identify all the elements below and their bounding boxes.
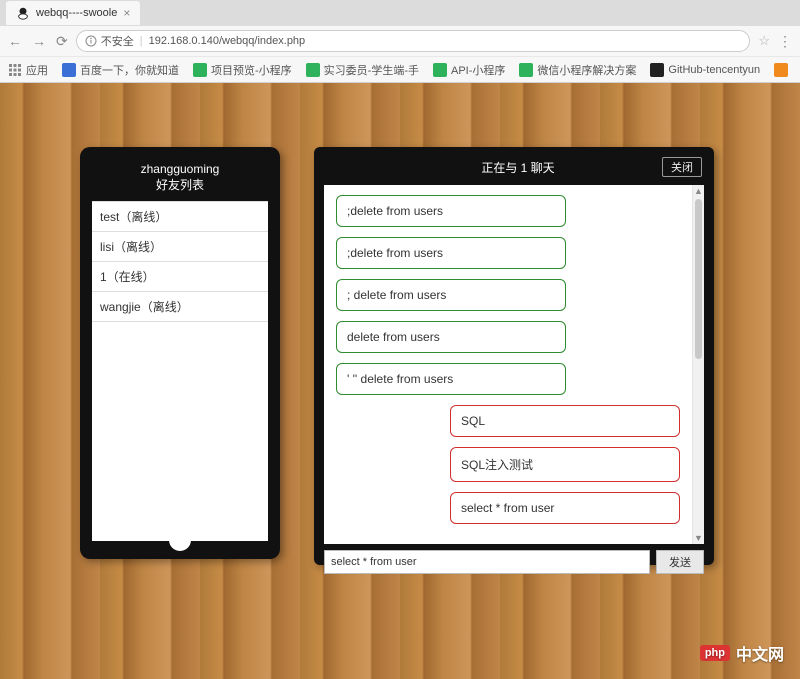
message-row: SQL — [336, 405, 680, 447]
chat-input-row: 发送 — [324, 550, 704, 574]
reload-icon[interactable]: ⟳ — [56, 33, 68, 50]
bookmark-favicon-icon — [774, 63, 788, 77]
bookmark-item[interactable]: 实习僧-实习生-最数 — [774, 62, 792, 78]
send-button[interactable]: 发送 — [656, 550, 704, 574]
friend-item[interactable]: 1（在线） — [92, 262, 268, 292]
bookmark-item[interactable]: 百度一下，你就知道 — [62, 62, 179, 78]
friends-list: test（离线）lisi（离线）1（在线）wangjie（离线） — [92, 201, 268, 541]
bookmark-item[interactable]: GitHub-tencentyun — [650, 62, 760, 78]
messages-list[interactable]: ;delete from users ;delete from users ; de… — [324, 185, 692, 544]
friends-username: zhangguoming — [92, 161, 268, 177]
chat-window: 正在与 1 聊天 关闭 ;delete from users;delete fr… — [314, 147, 714, 565]
bookmark-favicon-icon — [650, 63, 664, 77]
tab-title: webqq----swoole — [36, 7, 117, 19]
message-received: delete from users — [336, 321, 566, 353]
apps-shortcut[interactable]: 应用 — [8, 62, 48, 78]
address-bar[interactable]: 不安全 | 192.168.0.140/webqq/index.php — [76, 30, 751, 52]
message-row: SQL注入测试 — [336, 447, 680, 492]
message-row: ;delete from users — [336, 237, 680, 279]
tab-bar: webqq----swoole × — [0, 0, 800, 26]
back-icon[interactable]: ← — [8, 33, 22, 50]
bookmark-item[interactable]: API-小程序 — [433, 62, 505, 78]
bookmark-item[interactable]: 项目预览-小程序 — [193, 62, 292, 78]
scroll-up-icon[interactable]: ▲ — [693, 185, 704, 197]
bookmark-label: 微信小程序解决方案 — [537, 62, 636, 78]
chat-header: 正在与 1 聊天 关闭 — [324, 157, 704, 185]
browser-toolbar: ← → ⟳ 不安全 | 192.168.0.140/webqq/index.ph… — [0, 26, 800, 56]
friends-panel-header: zhangguoming 好友列表 — [92, 159, 268, 201]
message-row: delete from users — [336, 321, 680, 363]
watermark-badge: php — [700, 645, 730, 661]
friends-panel: zhangguoming 好友列表 test（离线）lisi（离线）1（在线）w… — [80, 147, 280, 559]
bookmark-item[interactable]: 实习委员-学生端-手 — [306, 62, 419, 78]
watermark-text: 中文网 — [736, 641, 784, 665]
browser-tab[interactable]: webqq----swoole × — [6, 1, 140, 25]
message-sent: SQL注入测试 — [450, 447, 680, 482]
bookmark-label: 实习委员-学生端-手 — [324, 62, 419, 78]
messages-scrollbar[interactable]: ▲ ▼ — [692, 185, 704, 544]
bookmark-label: 百度一下，你就知道 — [80, 62, 179, 78]
friend-item[interactable]: wangjie（离线） — [92, 292, 268, 322]
browser-chrome: webqq----swoole × ← → ⟳ 不安全 | 192.168.0.… — [0, 0, 800, 83]
friend-item[interactable]: test（离线） — [92, 201, 268, 232]
tab-close-icon[interactable]: × — [123, 6, 130, 20]
bookmark-label: API-小程序 — [451, 62, 505, 78]
message-received: ; delete from users — [336, 279, 566, 311]
forward-icon[interactable]: → — [32, 33, 46, 50]
address-url: 192.168.0.140/webqq/index.php — [149, 35, 306, 47]
scroll-thumb[interactable] — [695, 199, 702, 359]
bookmark-star-icon[interactable]: ☆ — [758, 33, 770, 49]
insecure-badge: 不安全 — [85, 33, 134, 49]
watermark: php 中文网 — [700, 641, 784, 665]
message-row: ' '' delete from users — [336, 363, 680, 405]
message-row: ; delete from users — [336, 279, 680, 321]
scroll-down-icon[interactable]: ▼ — [693, 532, 704, 544]
menu-icon[interactable]: ⋮ — [778, 33, 792, 50]
message-received: ' '' delete from users — [336, 363, 566, 395]
friends-subtitle: 好友列表 — [92, 177, 268, 193]
bookmark-label: 项目预览-小程序 — [211, 62, 292, 78]
message-row: ;delete from users — [336, 195, 680, 237]
bookmark-favicon-icon — [62, 63, 76, 77]
chat-input[interactable] — [324, 550, 650, 574]
message-sent: select * from user — [450, 492, 680, 524]
chat-title: 正在与 1 聊天 — [374, 159, 662, 176]
page-viewport: zhangguoming 好友列表 test（离线）lisi（离线）1（在线）w… — [0, 83, 800, 679]
bookmark-label: GitHub-tencentyun — [668, 64, 760, 76]
message-row: select * from user — [336, 492, 680, 534]
message-sent: SQL — [450, 405, 680, 437]
bookmark-favicon-icon — [193, 63, 207, 77]
chat-close-button[interactable]: 关闭 — [662, 157, 702, 177]
message-received: ;delete from users — [336, 237, 566, 269]
home-button[interactable] — [169, 529, 191, 551]
bookmark-favicon-icon — [519, 63, 533, 77]
bookmark-item[interactable]: 微信小程序解决方案 — [519, 62, 636, 78]
bookmarks-bar: 应用 百度一下，你就知道 项目预览-小程序 实习委员-学生端-手 API-小程序 微信小… — [0, 56, 800, 82]
linux-favicon-icon — [16, 6, 30, 20]
info-icon — [85, 35, 97, 47]
friend-item[interactable]: lisi（离线） — [92, 232, 268, 262]
bookmark-favicon-icon — [433, 63, 447, 77]
bookmark-favicon-icon — [306, 63, 320, 77]
chat-body: ;delete from users ;delete from users ; de… — [324, 185, 704, 544]
message-received: ;delete from users — [336, 195, 566, 227]
apps-grid-icon — [8, 63, 22, 77]
